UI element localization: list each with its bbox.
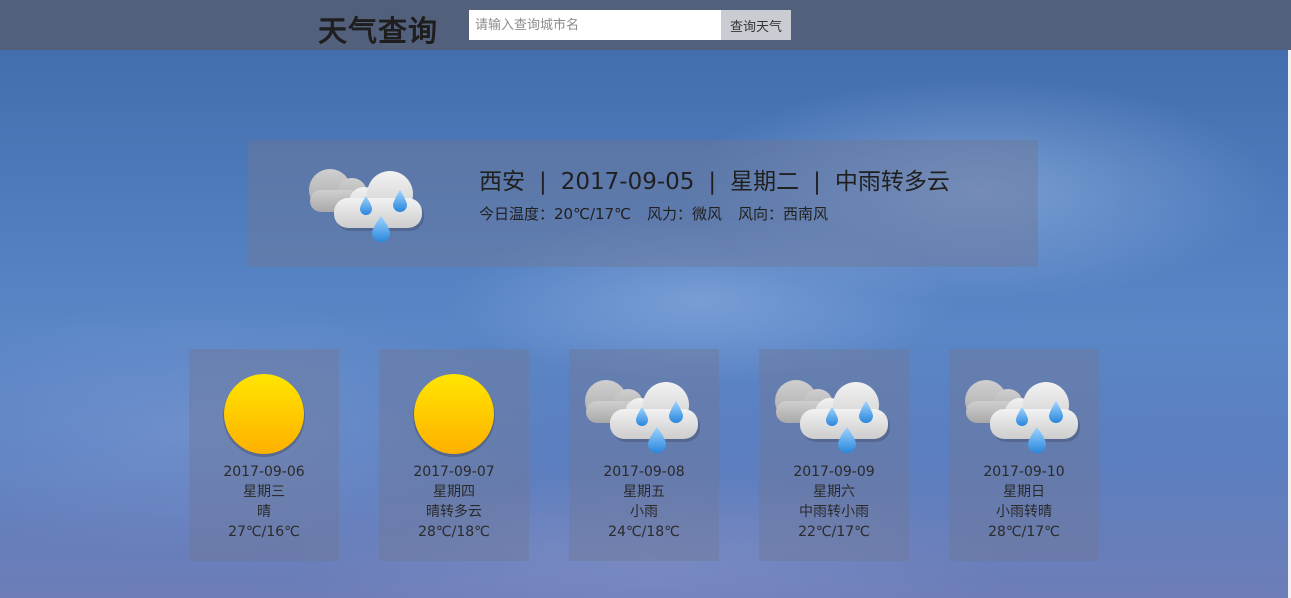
forecast-date: 2017-09-07	[413, 464, 495, 480]
city-search-input[interactable]	[469, 10, 721, 40]
forecast-weather: 小雨	[630, 504, 658, 520]
rain-cloud-icon	[308, 158, 428, 248]
today-details: 今日温度：20℃/17℃ 风力：微风 风向：西南风	[479, 203, 828, 224]
wind-direction-value: 西南风	[782, 205, 828, 223]
forecast-weekday: 星期四	[433, 484, 475, 500]
forecast-card: 2017-09-10 星期日 小雨转晴 28℃/17℃	[949, 349, 1099, 561]
sun-icon	[394, 369, 514, 459]
forecast-date: 2017-09-06	[223, 464, 305, 480]
today-date: 2017-09-05	[560, 169, 695, 195]
forecast-temperature: 27℃/16℃	[228, 524, 300, 540]
forecast-temperature: 28℃/18℃	[418, 524, 490, 540]
rain-cloud-icon	[584, 369, 704, 459]
temperature-label: 今日温度：	[479, 205, 555, 223]
city-name: 西安	[479, 169, 525, 195]
forecast-weather: 中雨转小雨	[799, 504, 869, 520]
forecast-card: 2017-09-07 星期四 晴转多云 28℃/18℃	[379, 349, 529, 561]
wind-force-label: 风力：	[646, 205, 692, 223]
today-headline: 西安 | 2017-09-05 | 星期二 | 中雨转多云	[479, 162, 950, 196]
forecast-weekday: 星期三	[243, 484, 285, 500]
forecast-date: 2017-09-08	[603, 464, 685, 480]
rain-cloud-icon	[774, 369, 894, 459]
sun-icon	[204, 369, 324, 459]
rain-cloud-icon	[964, 369, 1084, 459]
forecast-card: 2017-09-08 星期五 小雨 24℃/18℃	[569, 349, 719, 561]
forecast-date: 2017-09-09	[793, 464, 875, 480]
forecast-card: 2017-09-06 星期三 晴 27℃/16℃	[189, 349, 339, 561]
today-weather-panel: 西安 | 2017-09-05 | 星期二 | 中雨转多云 今日温度：20℃/17℃ 风力：微…	[248, 140, 1038, 267]
temperature-value: 20℃/17℃	[554, 205, 631, 223]
forecast-card: 2017-09-09 星期六 中雨转小雨 22℃/17℃	[759, 349, 909, 561]
wind-force-value: 微风	[691, 205, 722, 223]
top-bar: 天气查询 查询天气	[0, 0, 1291, 50]
forecast-weather: 晴转多云	[426, 504, 482, 520]
app-title: 天气查询	[318, 14, 439, 48]
search-weather-button[interactable]: 查询天气	[721, 10, 791, 40]
today-weekday: 星期二	[730, 169, 800, 195]
forecast-weather: 晴	[257, 504, 271, 520]
separator: |	[539, 169, 547, 195]
forecast-temperature: 22℃/17℃	[798, 524, 870, 540]
forecast-weekday: 星期日	[1003, 484, 1045, 500]
forecast-date: 2017-09-10	[983, 464, 1065, 480]
forecast-weekday: 星期六	[813, 484, 855, 500]
separator: |	[813, 169, 821, 195]
forecast-temperature: 24℃/18℃	[608, 524, 680, 540]
forecast-weekday: 星期五	[623, 484, 665, 500]
today-weather: 中雨转多云	[834, 169, 950, 195]
forecast-weather: 小雨转晴	[996, 504, 1052, 520]
wind-direction-label: 风向：	[737, 205, 783, 223]
separator: |	[708, 169, 717, 195]
forecast-temperature: 28℃/17℃	[988, 524, 1060, 540]
